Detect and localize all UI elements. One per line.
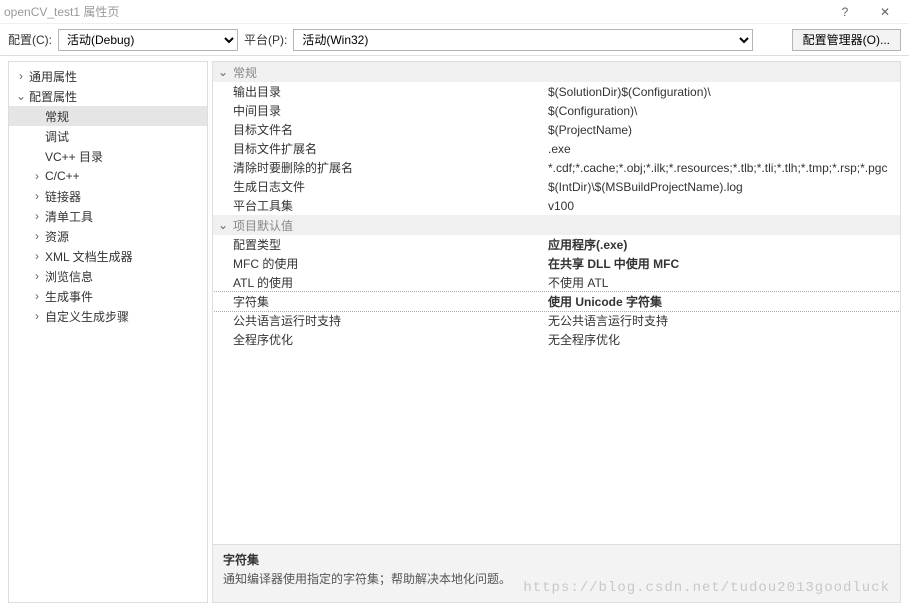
property-value[interactable]: 无全程序优化: [548, 331, 900, 348]
tree-label: 自定义生成步骤: [45, 308, 129, 325]
help-panel: 字符集 通知编译器使用指定的字符集；帮助解决本地化问题。 https://blo…: [213, 544, 900, 602]
property-key: 清除时要删除的扩展名: [213, 159, 548, 176]
property-grid[interactable]: ⌄常规输出目录$(SolutionDir)$(Configuration)\中间…: [213, 62, 900, 544]
config-select[interactable]: 活动(Debug): [58, 29, 238, 51]
property-value[interactable]: *.cdf;*.cache;*.obj;*.ilk;*.resources;*.…: [548, 161, 900, 175]
tree-label: 调试: [45, 128, 69, 145]
property-row[interactable]: 字符集使用 Unicode 字符集: [213, 292, 900, 311]
tree-label: 资源: [45, 228, 69, 245]
config-label: 配置(C):: [8, 31, 52, 48]
property-row[interactable]: 公共语言运行时支持无公共语言运行时支持: [213, 311, 900, 330]
property-row[interactable]: 平台工具集v100: [213, 196, 900, 215]
property-key: MFC 的使用: [213, 255, 548, 272]
property-row[interactable]: 目标文件扩展名.exe: [213, 139, 900, 158]
expander-icon: ›: [31, 169, 43, 183]
tree-node[interactable]: 常规: [9, 106, 207, 126]
platform-select[interactable]: 活动(Win32): [293, 29, 753, 51]
property-value[interactable]: $(SolutionDir)$(Configuration)\: [548, 85, 900, 99]
property-key: ATL 的使用: [213, 274, 548, 291]
tree-label: 清单工具: [45, 208, 93, 225]
property-value[interactable]: $(ProjectName): [548, 123, 900, 137]
tree-node[interactable]: ›生成事件: [9, 286, 207, 306]
property-row[interactable]: 生成日志文件$(IntDir)\$(MSBuildProjectName).lo…: [213, 177, 900, 196]
property-value[interactable]: 无公共语言运行时支持: [548, 312, 900, 329]
main-area: ›通用属性⌄配置属性常规调试VC++ 目录›C/C++›链接器›清单工具›资源›…: [0, 56, 909, 607]
property-value[interactable]: $(Configuration)\: [548, 104, 900, 118]
tree-node[interactable]: ›XML 文档生成器: [9, 246, 207, 266]
expander-icon: ›: [31, 229, 43, 243]
property-key: 目标文件名: [213, 121, 548, 138]
tree-label: 常规: [45, 108, 69, 125]
property-key: 生成日志文件: [213, 178, 548, 195]
tree-node[interactable]: ›通用属性: [9, 66, 207, 86]
platform-label: 平台(P):: [244, 31, 287, 48]
close-icon[interactable]: ✕: [865, 5, 905, 19]
tree-view[interactable]: ›通用属性⌄配置属性常规调试VC++ 目录›C/C++›链接器›清单工具›资源›…: [8, 61, 208, 603]
property-row[interactable]: 目标文件名$(ProjectName): [213, 120, 900, 139]
property-value[interactable]: 不使用 ATL: [548, 274, 900, 291]
property-row[interactable]: 配置类型应用程序(.exe): [213, 235, 900, 254]
property-key: 配置类型: [213, 236, 548, 253]
tree-label: 配置属性: [29, 88, 77, 105]
tree-label: XML 文档生成器: [45, 248, 133, 265]
tree-node[interactable]: ›清单工具: [9, 206, 207, 226]
tree-node[interactable]: ›链接器: [9, 186, 207, 206]
property-key: 输出目录: [213, 83, 548, 100]
category-name: 常规: [233, 64, 257, 81]
property-key: 公共语言运行时支持: [213, 312, 548, 329]
property-value[interactable]: 使用 Unicode 字符集: [548, 293, 900, 310]
tree-label: 生成事件: [45, 288, 93, 305]
property-row[interactable]: 中间目录$(Configuration)\: [213, 101, 900, 120]
tree-node[interactable]: VC++ 目录: [9, 146, 207, 166]
tree-label: VC++ 目录: [45, 148, 103, 165]
property-key: 目标文件扩展名: [213, 140, 548, 157]
tree-node[interactable]: ›资源: [9, 226, 207, 246]
expander-icon: ›: [31, 189, 43, 203]
tree-label: C/C++: [45, 169, 80, 183]
property-key: 中间目录: [213, 102, 548, 119]
config-manager-button[interactable]: 配置管理器(O)...: [792, 29, 901, 51]
expander-icon: ›: [31, 249, 43, 263]
expander-icon: ›: [31, 289, 43, 303]
property-row[interactable]: 全程序优化无全程序优化: [213, 330, 900, 349]
property-row[interactable]: 清除时要删除的扩展名*.cdf;*.cache;*.obj;*.ilk;*.re…: [213, 158, 900, 177]
property-value[interactable]: .exe: [548, 142, 900, 156]
expander-icon: ›: [31, 309, 43, 323]
expander-icon: ⌄: [15, 89, 27, 103]
property-value[interactable]: $(IntDir)\$(MSBuildProjectName).log: [548, 180, 900, 194]
tree-node[interactable]: ›自定义生成步骤: [9, 306, 207, 326]
tree-label: 浏览信息: [45, 268, 93, 285]
tree-node[interactable]: 调试: [9, 126, 207, 146]
property-category[interactable]: ⌄ 常规: [213, 62, 900, 82]
tree-label: 链接器: [45, 188, 81, 205]
property-row[interactable]: MFC 的使用在共享 DLL 中使用 MFC: [213, 254, 900, 273]
collapse-icon: ⌄: [217, 65, 229, 79]
property-row[interactable]: 输出目录$(SolutionDir)$(Configuration)\: [213, 82, 900, 101]
toolbar: 配置(C): 活动(Debug) 平台(P): 活动(Win32) 配置管理器(…: [0, 24, 909, 56]
window-title: openCV_test1 属性页: [4, 3, 825, 20]
tree-node[interactable]: ›C/C++: [9, 166, 207, 186]
collapse-icon: ⌄: [217, 218, 229, 232]
tree-node[interactable]: ›浏览信息: [9, 266, 207, 286]
category-name: 项目默认值: [233, 217, 293, 234]
property-row[interactable]: ATL 的使用不使用 ATL: [213, 273, 900, 292]
property-value[interactable]: 应用程序(.exe): [548, 236, 900, 253]
right-pane: ⌄常规输出目录$(SolutionDir)$(Configuration)\中间…: [212, 61, 901, 603]
expander-icon: ›: [15, 69, 27, 83]
expander-icon: ›: [31, 269, 43, 283]
help-icon[interactable]: ?: [825, 5, 865, 19]
tree-node[interactable]: ⌄配置属性: [9, 86, 207, 106]
help-property-name: 字符集: [223, 551, 890, 568]
property-key: 全程序优化: [213, 331, 548, 348]
property-key: 平台工具集: [213, 197, 548, 214]
property-key: 字符集: [213, 293, 548, 310]
title-bar: openCV_test1 属性页 ? ✕: [0, 0, 909, 24]
property-category[interactable]: ⌄ 项目默认值: [213, 215, 900, 235]
help-property-desc: 通知编译器使用指定的字符集；帮助解决本地化问题。: [223, 572, 511, 586]
watermark: https://blog.csdn.net/tudou2013goodluck: [523, 580, 890, 596]
property-value[interactable]: v100: [548, 199, 900, 213]
tree-label: 通用属性: [29, 68, 77, 85]
expander-icon: ›: [31, 209, 43, 223]
property-value[interactable]: 在共享 DLL 中使用 MFC: [548, 255, 900, 272]
